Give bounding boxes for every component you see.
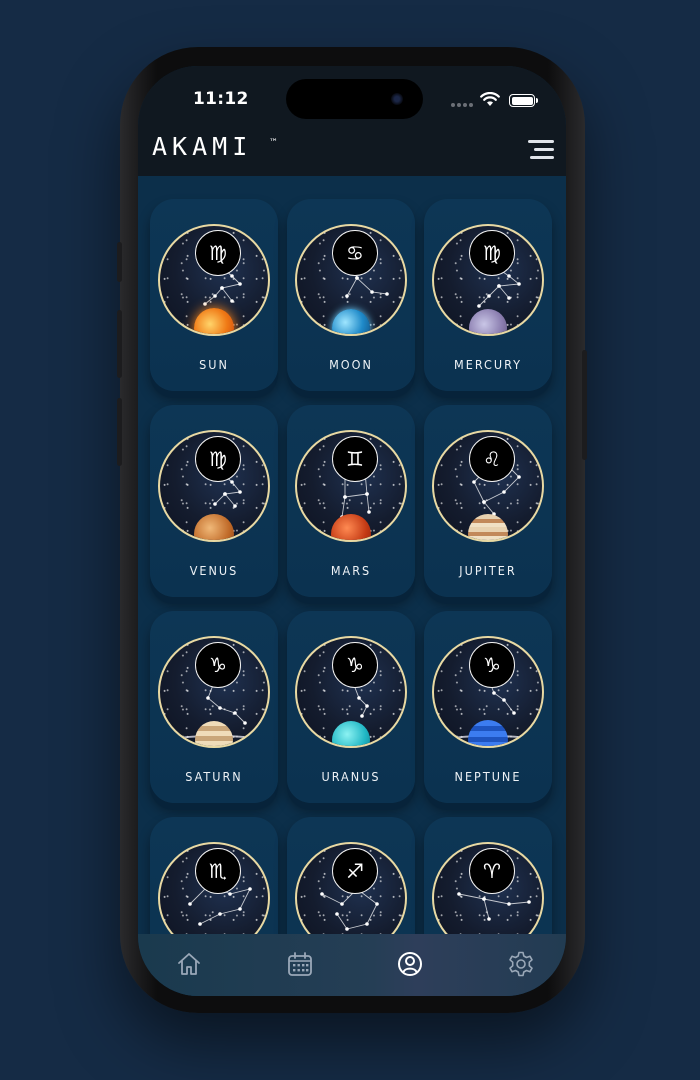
app-screen: 11:12 AKAMI ™ ♍ SUN ♋ MOON ♍ MERCURY ♍ VENUS ♊ MA…	[138, 66, 566, 996]
planet-name: MERCURY	[454, 357, 522, 372]
constellation-image: ♊	[295, 430, 407, 542]
constellation-image: ♍	[158, 224, 270, 336]
status-time: 11:12	[193, 89, 249, 109]
zodiac-sign-icon: ♊	[332, 436, 378, 482]
planet-card[interactable]: ♑ URANUS	[287, 611, 415, 803]
calendar-icon	[288, 952, 312, 976]
planet-card[interactable]: ♋ MOON	[287, 199, 415, 391]
zodiac-sign-icon: ♑	[332, 642, 378, 688]
planet-card[interactable]: ♑ NEPTUNE	[424, 611, 552, 803]
planet-name: SATURN	[185, 769, 243, 784]
zodiac-sign-icon: ♍	[469, 230, 515, 276]
planet-card[interactable]: ♍ MERCURY	[424, 199, 552, 391]
zodiac-sign-icon: ♋	[332, 230, 378, 276]
bottom-tab-bar	[138, 934, 566, 996]
constellation-image: ♌	[432, 430, 544, 542]
camera-icon	[391, 93, 403, 105]
trademark-symbol: ™	[269, 138, 278, 148]
zodiac-sign-icon: ♐	[332, 848, 378, 894]
settings-icon	[509, 951, 533, 977]
menu-icon	[528, 140, 554, 143]
app-header: AKAMI ™	[138, 131, 566, 176]
menu-button[interactable]	[528, 137, 554, 161]
planet-name: NEPTUNE	[454, 769, 522, 784]
planet-name: JUPITER	[459, 563, 517, 578]
tab-home[interactable]	[174, 949, 204, 979]
planet-name: MARS	[330, 563, 372, 578]
zodiac-sign-icon: ♈	[469, 848, 515, 894]
constellation-image: ♋	[295, 224, 407, 336]
tab-settings[interactable]	[506, 949, 536, 979]
zodiac-sign-icon: ♍	[195, 436, 241, 482]
planet-card[interactable]: ♑ SATURN	[150, 611, 278, 803]
wifi-icon	[480, 92, 500, 106]
zodiac-sign-icon: ♑	[469, 642, 515, 688]
planet-name: MOON	[329, 357, 373, 372]
phone-side-button	[117, 398, 122, 466]
planet-name: SUN	[199, 357, 229, 372]
home-icon	[178, 953, 200, 975]
status-bar: 11:12	[138, 66, 566, 131]
phone-power-button	[582, 350, 587, 460]
zodiac-sign-icon: ♌	[469, 436, 515, 482]
planet-card[interactable]: ♌ JUPITER	[424, 405, 552, 597]
planet-name: URANUS	[321, 769, 381, 784]
zodiac-sign-icon: ♑	[195, 642, 241, 688]
zodiac-sign-icon: ♍	[195, 230, 241, 276]
profile-icon	[398, 952, 422, 976]
constellation-image: ♍	[158, 430, 270, 542]
constellation-image: ♍	[432, 224, 544, 336]
tab-profile[interactable]	[395, 949, 425, 979]
planet-name: VENUS	[189, 563, 239, 578]
planet-card[interactable]: ♊ MARS	[287, 405, 415, 597]
tab-calendar[interactable]	[285, 949, 315, 979]
app-logo: AKAMI	[152, 132, 253, 161]
phone-side-button	[117, 242, 122, 282]
planet-card[interactable]: ♍ SUN	[150, 199, 278, 391]
zodiac-sign-icon: ♏	[195, 848, 241, 894]
cellular-signal-icon	[451, 103, 473, 107]
constellation-image: ♑	[432, 636, 544, 748]
constellation-image: ♑	[295, 636, 407, 748]
constellation-image: ♑	[158, 636, 270, 748]
battery-icon	[509, 94, 538, 107]
phone-side-button	[117, 310, 122, 378]
planet-card[interactable]: ♍ VENUS	[150, 405, 278, 597]
